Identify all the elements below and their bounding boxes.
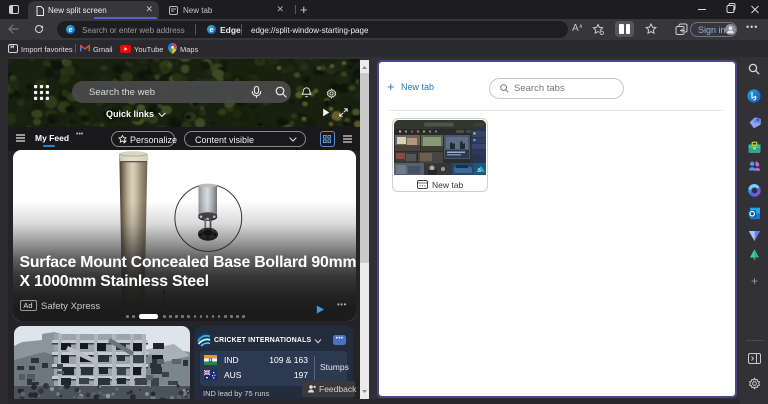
svg-text:e: e xyxy=(210,25,214,34)
svg-text:e: e xyxy=(69,25,73,34)
svg-text:5: 5 xyxy=(478,168,481,174)
